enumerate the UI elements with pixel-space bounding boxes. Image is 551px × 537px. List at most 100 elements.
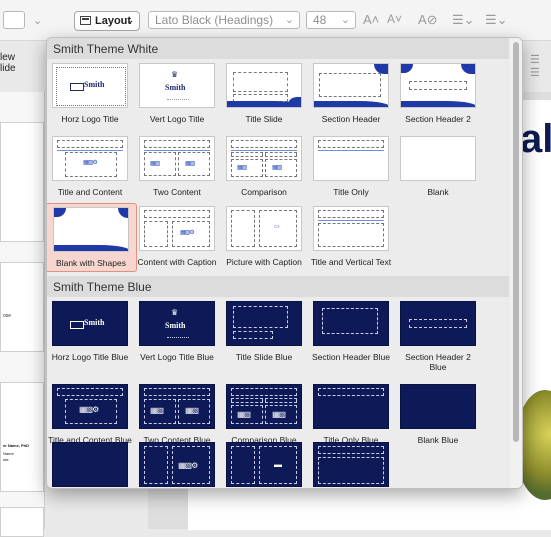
slide-title-text: al [520,117,551,161]
layout-label: Two Content [153,187,201,197]
layout-blank-with-shapes[interactable]: Blank with Shapes [47,203,137,272]
layout-label: Section Header [321,114,381,124]
layout-blank[interactable]: Blank [396,136,480,197]
slide-text: ute [3,457,9,462]
scrollbar-thumb[interactable] [513,42,519,442]
vert-logo-title-thumb: ♛ Smith [139,63,215,108]
bullets-icon[interactable]: ☰⌄ [452,12,475,28]
layout-section-header[interactable]: Section Header [309,63,393,124]
font-size-value: 48 [313,13,327,27]
layout-icon [80,16,91,25]
section-header-2-thumb [400,63,476,108]
horz-logo-title-blue-thumb: Smith [52,301,128,346]
layout-title-and-content-blue[interactable]: ▦▧⚙ Title and Content Blue [48,384,132,445]
layout-comparison-blue[interactable]: ▦▧ ▦▧ Comparison Blue [222,384,306,445]
slide-text: er Name, PhD [3,443,30,448]
layout-label: Title and Content [57,187,123,197]
layout-label: Section Header 2 [405,114,471,124]
layout-label: Horz Logo Title [61,114,119,124]
vert-logo-title-blue-thumb: ♛ Smith [139,301,215,346]
layout-label: Horz Logo Title Blue [51,352,129,362]
numbering-icon[interactable]: ☰⌄ [485,12,508,28]
blank-thumb [400,136,476,181]
layout-label: Blank [427,187,449,197]
layout-two-content-blue[interactable]: ▦▧ ▦▧ Two Content Blue [135,384,219,445]
layout-blue-extra[interactable] [48,442,132,487]
gallery-scrollbar[interactable] [510,38,522,488]
comparison-thumb: ▦▧ ▦▧ [226,136,302,181]
title-only-thumb [313,136,389,181]
layout-label: Title and Vertical Text [310,257,392,267]
layout-horz-logo-title[interactable]: Smith Horz Logo Title [48,63,132,124]
layout-vert-logo-title-blue[interactable]: ♛ Smith Vert Logo Title Blue [135,301,219,362]
align-icon[interactable]: ☰ ☰ [530,53,551,79]
font-size-select[interactable]: 48 ⌄ [306,11,356,29]
layout-label: Vert Logo Title Blue [140,352,214,362]
layout-title-only-blue[interactable]: Title Only Blue [309,384,393,445]
blank-blue-thumb [400,384,476,429]
slide-thumbnail-pane: ose er Name, PhD Name ute [0,92,45,537]
layout-label: Section Header Blue [312,352,390,362]
font-name-value: Lato Black (Headings) [155,13,274,27]
layout-title-slide[interactable]: Title Slide [222,63,306,124]
layout-section-header-2[interactable]: Section Header 2 [396,63,480,124]
section-header: Smith Theme Blue [47,276,509,297]
two-content-thumb: ▦▧ ▦▧ [139,136,215,181]
layout-section-header-blue[interactable]: Section Header Blue [309,301,393,362]
font-name-select[interactable]: Lato Black (Headings) ⌄ [148,11,300,29]
chevron-down-icon: ⌄ [126,15,134,25]
layout-label: Picture with Caption [226,257,302,267]
layout-blue-thumb [52,442,128,487]
clear-format-icon[interactable]: A⊘ [418,12,438,28]
layout-section-header-2-blue[interactable]: Section Header 2 Blue [396,301,480,372]
layout-two-content[interactable]: ▦▧ ▦▧ Two Content [135,136,219,197]
title-content-thumb: ▦▧⚙ [52,136,128,181]
layout-vert-logo-title[interactable]: ♛ Smith Vert Logo Title [135,63,219,124]
section-header-2-blue-thumb [400,301,476,346]
layout-button[interactable]: Layout ⌄ [74,11,140,31]
layout-blue-thumb [313,442,389,487]
comparison-blue-thumb: ▦▧ ▦▧ [226,384,302,429]
two-content-blue-thumb: ▦▧ ▦▧ [139,384,215,429]
layout-label: Vert Logo Title [149,114,205,124]
slide-thumbnail[interactable] [0,507,44,537]
layout-label: Title Only [333,187,369,197]
layout-title-slide-blue[interactable]: Title Slide Blue [222,301,306,362]
decrease-font-icon[interactable]: A˅ [387,12,402,26]
layout-label: Title Slide Blue [235,352,293,362]
title-content-blue-thumb: ▦▧⚙ [52,384,128,429]
layout-label: Blank with Shapes [56,258,126,268]
title-slide-thumb [226,63,302,108]
layout-content-with-caption[interactable]: ▦▧⚙ Content with Caption [135,206,219,267]
title-vertical-text-thumb [313,206,389,251]
layout-picture-with-caption[interactable]: ▭ Picture with Caption [222,206,306,267]
title-only-blue-thumb [313,384,389,429]
layout-comparison[interactable]: ▦▧ ▦▧ Comparison [222,136,306,197]
chevron-down-icon: ⌄ [340,14,350,26]
layout-title-and-vertical-text[interactable]: Title and Vertical Text [309,206,393,267]
layout-blue-extra[interactable]: ▬ [222,442,306,487]
layout-blue-extra[interactable] [309,442,393,487]
new-slide-button[interactable] [3,11,25,29]
layout-label: Title Slide [245,114,283,124]
chevron-down-icon[interactable]: ⌄ [33,14,42,27]
content-caption-thumb: ▦▧⚙ [139,206,215,251]
blank-shapes-thumb [53,207,129,252]
slide-thumbnail[interactable] [0,122,44,242]
layout-blue-extra[interactable]: ▦▧⚙ [135,442,219,487]
picture-caption-thumb: ▭ [226,206,302,251]
layout-title-only[interactable]: Title Only [309,136,393,197]
new-slide-label: lew lide [0,52,16,74]
layout-title-and-content[interactable]: ▦▧⚙ Title and Content [48,136,132,197]
slide-thumbnail[interactable]: er Name, PhD Name ute [0,382,44,492]
slide-thumbnail[interactable]: ose [0,262,44,352]
section-header-thumb [313,63,389,108]
layout-horz-logo-title-blue[interactable]: Smith Horz Logo Title Blue [48,301,132,362]
layout-blank-blue[interactable]: Blank Blue [396,384,480,445]
layout-label: Content with Caption [137,257,217,267]
ribbon-toolbar: ⌄ Layout ⌄ Lato Black (Headings) ⌄ 48 ⌄ … [0,0,551,41]
section-header: Smith Theme White [47,38,509,59]
increase-font-icon[interactable]: A˄ [363,12,379,27]
chevron-down-icon: ⌄ [284,14,294,26]
layout-label: Section Header 2 Blue [405,352,471,372]
